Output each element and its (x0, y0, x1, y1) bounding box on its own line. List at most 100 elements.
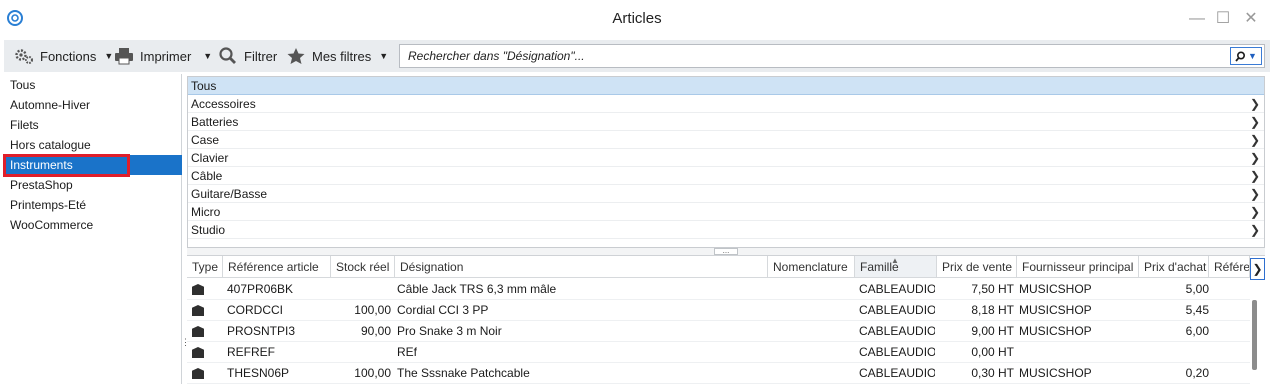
category-tree: Tous Accessoires ❯ Batteries ❯ Case ❯ Clavi… (187, 76, 1265, 248)
close-icon[interactable]: ✕ (1240, 8, 1262, 30)
article-box-icon (192, 368, 204, 379)
filter-button[interactable]: Filtrer (218, 40, 277, 72)
maximize-icon[interactable]: ☐ (1212, 8, 1234, 30)
category-label: Guitare/Basse (191, 187, 268, 201)
category-row[interactable]: Accessoires ❯ (188, 95, 1264, 113)
column-header-fournisseur[interactable]: Fournisseur principal (1017, 256, 1139, 278)
chevron-right-icon[interactable]: ❯ (1250, 113, 1260, 131)
cell-fournisseur: MUSICSHOP (1019, 303, 1092, 317)
category-row[interactable]: Studio ❯ (188, 221, 1264, 239)
column-header-stock[interactable]: Stock réel (331, 256, 395, 278)
category-row[interactable]: Micro ❯ (188, 203, 1264, 221)
cell-fournisseur: MUSICSHOP (1019, 282, 1092, 296)
chevron-down-icon: ▼ (379, 51, 389, 61)
cell-prix-achat (1139, 342, 1209, 363)
cell-prix-achat: 6,00 (1185, 324, 1209, 338)
cell-prix-achat: 0,20 (1185, 366, 1209, 380)
table-row[interactable]: THESN06P 100,00 The Sssnake Patchcable C… (187, 363, 1250, 384)
minimize-icon[interactable]: ― (1186, 8, 1208, 30)
cell-famille: CABLEAUDIO (859, 366, 935, 380)
table-row[interactable]: CORDCCI 100,00 Cordial CCI 3 PP CABLEAUD… (187, 300, 1250, 321)
category-row[interactable]: Case ❯ (188, 131, 1264, 149)
star-icon (287, 48, 305, 64)
cell-reference: REFREF (227, 345, 275, 359)
highlight-outline (3, 154, 130, 177)
scroll-right-button[interactable]: ❯ (1250, 258, 1265, 280)
column-header-designation[interactable]: Désignation (395, 256, 768, 278)
cell-reference: THESN06P (227, 366, 290, 380)
chevron-right-icon[interactable]: ❯ (1250, 95, 1260, 113)
category-label: Micro (191, 205, 221, 219)
cell-reference: 407PR06BK (227, 282, 294, 296)
chevron-right-icon[interactable]: ❯ (1250, 221, 1260, 239)
chevron-down-icon: ▼ (104, 51, 114, 61)
category-row[interactable]: Guitare/Basse ❯ (188, 185, 1264, 203)
cell-designation: Câble Jack TRS 6,3 mm mâle (397, 282, 557, 296)
category-row[interactable]: Clavier ❯ (188, 149, 1264, 167)
catalog-item[interactable]: WooCommerce (4, 215, 182, 235)
chevron-down-icon: ▼ (1248, 51, 1257, 61)
catalog-item[interactable]: Printemps-Eté (4, 195, 182, 215)
printer-icon (115, 48, 133, 65)
cell-famille: CABLEAUDIO (859, 282, 935, 296)
gears-icon (15, 49, 33, 64)
articles-grid: Type Référence article Stock réel Désign… (187, 256, 1250, 384)
chevron-right-icon[interactable]: ❯ (1250, 203, 1260, 221)
print-menu-button[interactable]: Imprimer ▼ (114, 40, 212, 72)
category-label: Câble (191, 169, 223, 183)
functions-label: Fonctions (40, 48, 97, 64)
article-box-icon (192, 326, 204, 337)
chevron-right-icon[interactable]: ❯ (1250, 167, 1260, 185)
chevron-right-icon[interactable]: ❯ (1250, 149, 1260, 167)
search-input[interactable]: Rechercher dans "Désignation"... (408, 49, 585, 63)
cell-designation: Cordial CCI 3 PP (397, 303, 489, 317)
cell-prix-vente: 9,00 HT (971, 324, 1014, 338)
cell-famille: CABLEAUDIO (859, 345, 935, 359)
search-icon (1235, 50, 1246, 62)
cell-prix-achat: 5,00 (1185, 282, 1209, 296)
catalog-list: Tous Automne-Hiver Filets Hors catalogue… (4, 74, 182, 384)
catalog-item[interactable]: PrestaShop (4, 175, 182, 195)
table-row[interactable]: REFREF REf CABLEAUDIO 0,00 HT (187, 342, 1250, 363)
search-options-button[interactable]: ▼ (1230, 47, 1262, 65)
my-filters-label: Mes filtres (312, 48, 372, 64)
filter-label: Filtrer (244, 48, 278, 64)
table-row[interactable]: PROSNTPI3 90,00 Pro Snake 3 m Noir CABLE… (187, 321, 1250, 342)
chevron-right-icon[interactable]: ❯ (1250, 131, 1260, 149)
search-field[interactable]: Rechercher dans "Désignation"... ▼ (399, 44, 1265, 68)
cell-prix-vente: 8,18 HT (971, 303, 1014, 317)
splitter-grip-icon[interactable]: ... (714, 247, 738, 255)
catalog-item[interactable]: Filets (4, 115, 182, 135)
my-filters-menu-button[interactable]: Mes filtres ▼ (286, 40, 388, 72)
cell-famille: CABLEAUDIO (859, 303, 935, 317)
window-title: Articles (612, 10, 662, 27)
cell-fournisseur: MUSICSHOP (1019, 366, 1092, 380)
column-header-nomenclature[interactable]: Nomenclature (768, 256, 855, 278)
category-label: Clavier (191, 151, 229, 165)
column-header-reference[interactable]: Référence article (223, 256, 331, 278)
table-row[interactable]: 407PR06BK Câble Jack TRS 6,3 mm mâle CAB… (187, 279, 1250, 300)
functions-menu-button[interactable]: Fonctions ▼ (14, 40, 113, 72)
chevron-down-icon: ▼ (203, 51, 213, 61)
category-row[interactable]: Câble ❯ (188, 167, 1264, 185)
column-header-reference-2[interactable]: Référe (1209, 256, 1250, 278)
vertical-scrollbar[interactable] (1252, 300, 1257, 370)
catalog-item[interactable]: Automne-Hiver (4, 95, 182, 115)
category-row[interactable]: Tous (188, 77, 1264, 95)
horizontal-splitter[interactable]: ... (187, 247, 1265, 256)
column-header-prix-vente[interactable]: Prix de vente (937, 256, 1017, 278)
chevron-right-icon[interactable]: ❯ (1250, 185, 1260, 203)
column-header-type[interactable]: Type (187, 256, 223, 278)
cell-prix-vente: 0,00 HT (971, 345, 1014, 359)
category-label: Tous (191, 79, 217, 93)
catalog-item[interactable]: Hors catalogue (4, 135, 182, 155)
catalog-item[interactable]: Tous (4, 75, 182, 95)
magnifier-icon (219, 47, 236, 64)
category-row[interactable]: Batteries ❯ (188, 113, 1264, 131)
column-header-prix-achat[interactable]: Prix d'achat (1139, 256, 1209, 278)
column-header-famille[interactable]: Famille ▲ (855, 256, 937, 278)
category-label: Case (191, 133, 220, 147)
cell-stock (331, 342, 391, 363)
article-box-icon (192, 305, 204, 316)
cell-stock: 100,00 (354, 366, 391, 380)
